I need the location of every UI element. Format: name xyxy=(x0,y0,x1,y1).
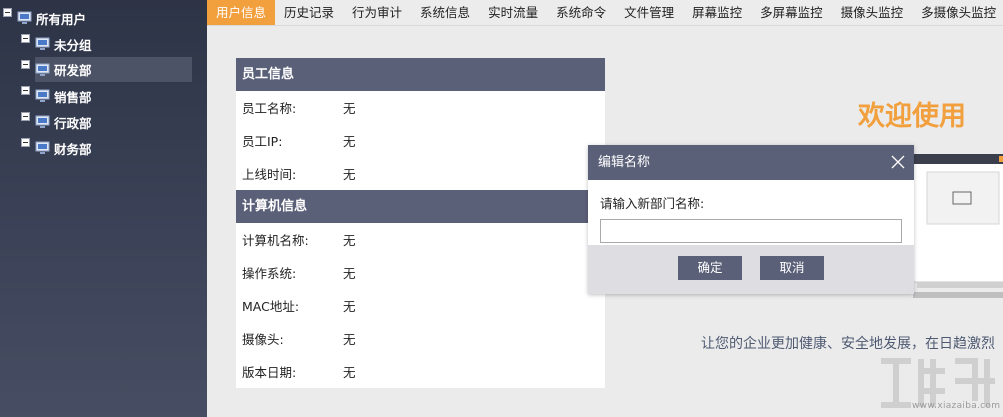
employee-section-header: 员工信息 xyxy=(236,58,605,91)
tab-history[interactable]: 历史记录 xyxy=(275,0,343,25)
info-row: 员工IP: 无 xyxy=(236,124,605,157)
field-label: 版本日期: xyxy=(242,365,297,380)
tab-camera-monitor[interactable]: 摄像头监控 xyxy=(832,0,913,25)
watermark-text: www.xiazaiba.com xyxy=(912,401,1001,411)
info-row: 版本日期: 无 xyxy=(236,355,605,388)
tab-system-info[interactable]: 系统信息 xyxy=(411,0,479,25)
field-value: 无 xyxy=(343,365,356,380)
field-label: 员工名称: xyxy=(242,101,297,116)
sidebar-item-finance[interactable]: 财务部 xyxy=(35,137,92,159)
field-label: 操作系统: xyxy=(242,266,297,281)
info-row: 员工名称: 无 xyxy=(236,91,605,124)
computer-icon xyxy=(35,141,50,154)
collapse-toggle-icon[interactable] xyxy=(21,138,30,147)
field-value: 无 xyxy=(343,332,356,347)
dialog-header: 编辑名称 xyxy=(588,145,914,180)
field-value: 无 xyxy=(343,266,356,281)
tab-multi-camera-monitor[interactable]: 多摄像头监控 xyxy=(912,0,1003,25)
computer-icon xyxy=(35,115,50,128)
computer-icon xyxy=(35,89,50,102)
slogan-text: 让您的企业更加健康、安全地发展，在日趋激烈 xyxy=(701,336,995,352)
field-value: 无 xyxy=(343,134,356,149)
tab-behavior-audit[interactable]: 行为审计 xyxy=(343,0,411,25)
field-label: 摄像头: xyxy=(242,332,284,347)
sidebar-item-sales[interactable]: 销售部 xyxy=(35,85,92,107)
department-name-input[interactable] xyxy=(600,219,902,243)
field-value: 无 xyxy=(343,233,356,248)
computer-section-header: 计算机信息 xyxy=(236,190,605,223)
welcome-title: 欢迎使用 xyxy=(858,101,966,132)
info-row: 摄像头: 无 xyxy=(236,322,605,355)
computer-group-icon xyxy=(17,11,32,24)
tab-user-info[interactable]: 用户信息 xyxy=(207,0,276,25)
close-icon[interactable] xyxy=(890,154,906,170)
sidebar-item-unassigned[interactable]: 未分组 xyxy=(35,33,92,55)
sidebar-item-label: 行政部 xyxy=(54,115,92,131)
monitor-illustration-icon xyxy=(913,154,1003,298)
sidebar-item-admin[interactable]: 行政部 xyxy=(35,111,92,133)
collapse-toggle-icon[interactable] xyxy=(3,8,12,17)
sidebar-item-label: 销售部 xyxy=(54,89,92,105)
info-row: 操作系统: 无 xyxy=(236,256,605,289)
info-row: 上线时间: 无 xyxy=(236,157,605,190)
field-value: 无 xyxy=(343,101,356,116)
computer-icon xyxy=(35,37,50,50)
tree-root-label: 所有用户 xyxy=(36,11,87,27)
tab-realtime-traffic[interactable]: 实时流量 xyxy=(479,0,547,25)
info-row: 计算机名称: 无 xyxy=(236,223,605,256)
info-panel: 员工信息 员工名称: 无 员工IP: 无 上线时间: 无 计算机信息 计算机名称… xyxy=(236,58,605,388)
collapse-toggle-icon[interactable] xyxy=(21,112,30,121)
tree-root-all-users[interactable]: 所有用户 xyxy=(17,7,86,29)
tab-bar: 用户信息 历史记录 行为审计 系统信息 实时流量 系统命令 文件管理 屏幕监控 … xyxy=(207,0,1003,26)
sidebar-item-label: 未分组 xyxy=(54,37,92,53)
field-label: MAC地址: xyxy=(242,299,300,314)
confirm-button[interactable]: 确定 xyxy=(678,255,742,280)
field-label: 员工IP: xyxy=(242,134,283,149)
sidebar-item-label: 研发部 xyxy=(54,63,92,78)
field-value: 无 xyxy=(343,167,356,182)
cancel-button[interactable]: 取消 xyxy=(760,255,824,280)
field-label: 上线时间: xyxy=(242,167,297,182)
dialog-prompt: 请输入新部门名称: xyxy=(600,196,705,211)
sidebar-item-rnd[interactable]: 研发部 xyxy=(35,57,192,82)
sidebar-tree: 所有用户 未分组 研发部 销售部 行政部 财务部 xyxy=(0,0,207,417)
field-label: 计算机名称: xyxy=(242,233,309,248)
dialog-footer: 确定 取消 xyxy=(588,245,914,294)
info-row: MAC地址: 无 xyxy=(236,289,605,322)
field-value: 无 xyxy=(343,299,356,314)
tab-multi-screen-monitor[interactable]: 多屏幕监控 xyxy=(751,0,832,25)
tab-screen-monitor[interactable]: 屏幕监控 xyxy=(683,0,751,25)
edit-name-dialog: 编辑名称 请输入新部门名称: 确定 取消 xyxy=(588,145,914,294)
collapse-toggle-icon[interactable] xyxy=(21,60,30,69)
computer-icon xyxy=(35,63,50,76)
dialog-title: 编辑名称 xyxy=(598,155,651,170)
sidebar-item-label: 财务部 xyxy=(54,141,92,157)
tab-system-command[interactable]: 系统命令 xyxy=(547,0,615,25)
collapse-toggle-icon[interactable] xyxy=(21,86,30,95)
collapse-toggle-icon[interactable] xyxy=(21,34,30,43)
tab-file-manager[interactable]: 文件管理 xyxy=(615,0,683,25)
dialog-body: 请输入新部门名称: xyxy=(588,180,914,245)
